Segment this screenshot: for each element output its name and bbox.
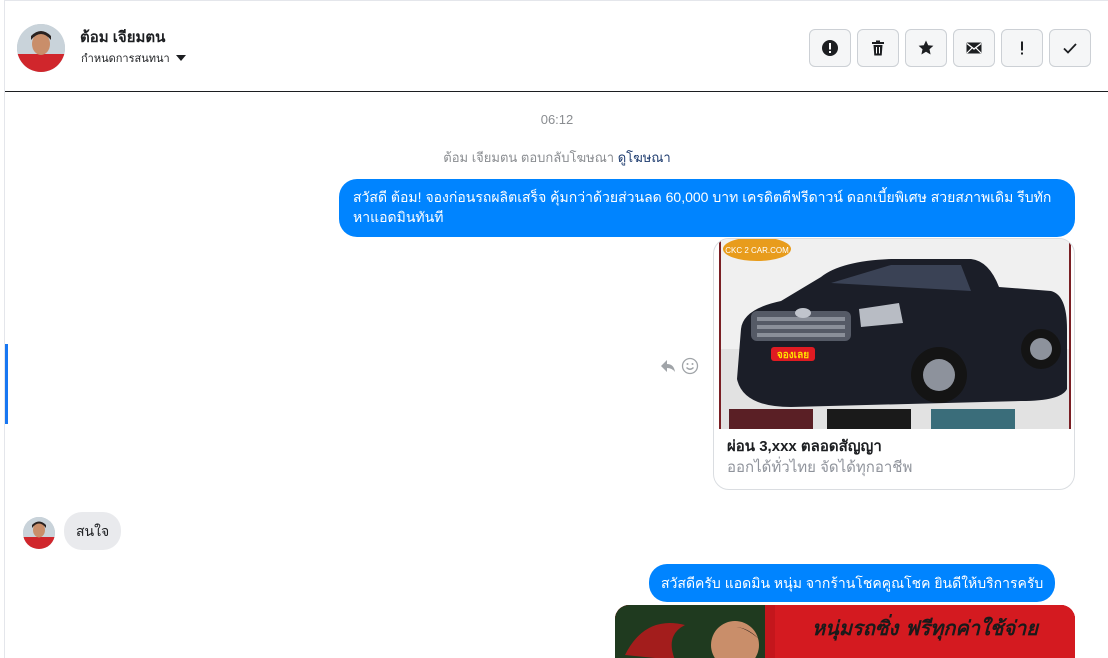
assign-label: กำหนดการสนทนา: [81, 53, 170, 65]
mark-unread-button[interactable]: [953, 29, 995, 67]
outgoing-image[interactable]: หนุ่มรถซิ่ง ฟรีทุกค่าใช้จ่าย: [615, 605, 1075, 658]
banner-text: หนุ่มรถซิ่ง ฟรีทุกค่าใช้จ่าย: [812, 614, 1040, 641]
reply-icon[interactable]: [659, 357, 677, 375]
action-toolbar: [809, 29, 1091, 67]
checkmark-icon: [1063, 43, 1077, 54]
incoming-message[interactable]: สนใจ: [64, 512, 122, 550]
star-button[interactable]: [905, 29, 947, 67]
ad-reply-text: ต้อม เจียมตน ตอบกลับโฆษณา: [443, 150, 615, 165]
trash-icon: [872, 40, 884, 56]
contact-avatar[interactable]: [17, 24, 65, 72]
star-icon: [918, 40, 934, 55]
message-hover-tools: [659, 357, 699, 375]
chat-panel: ต้อม เจียมตน กำหนดการสนทนา 06:12 ต้อม เจ…: [4, 0, 1108, 658]
ad-badge-text: จองเลย: [777, 350, 809, 361]
exclamation-circle-icon: [822, 40, 838, 56]
contact-avatar-small[interactable]: [23, 517, 55, 549]
ad-card-image: CKC 2 CAR.COM จองเลย: [719, 239, 1071, 429]
outgoing-message[interactable]: สวัสดี ต้อม! จองก่อนรถผลิตเสร็จ คุ้มกว่า…: [339, 179, 1075, 237]
caret-down-icon: [175, 55, 186, 61]
mark-done-button[interactable]: [1049, 29, 1091, 67]
conversation-header: ต้อม เจียมตน กำหนดการสนทนา: [5, 1, 1108, 92]
emoji-reaction-icon[interactable]: [681, 357, 699, 375]
ad-reply-note: ต้อม เจียมตน ตอบกลับโฆษณา ดูโฆษณา: [5, 147, 1108, 168]
envelope-icon: [966, 42, 982, 54]
exclamation-icon: [1021, 41, 1023, 55]
outgoing-message[interactable]: สวัสดีครับ แอดมิน หนุ่ม จากร้านโชคคูณโชค…: [649, 564, 1056, 602]
assign-conversation-dropdown[interactable]: กำหนดการสนทนา: [81, 49, 186, 67]
view-ad-link[interactable]: ดูโฆษณา: [618, 150, 671, 165]
contact-name: ต้อม เจียมตน: [80, 29, 166, 46]
follow-up-button[interactable]: [1001, 29, 1043, 67]
ad-logo-text: CKC 2 CAR.COM: [725, 246, 789, 255]
message-timestamp: 06:12: [540, 112, 574, 127]
ad-card-subtitle: ออกได้ทั่วไทย จัดได้ทุกอาชีพ: [727, 459, 913, 476]
mark-spam-button[interactable]: [809, 29, 851, 67]
delete-button[interactable]: [857, 29, 899, 67]
ad-card[interactable]: CKC 2 CAR.COM จองเลย ผ่อน 3,xxx ตลอดสัญญ…: [713, 238, 1075, 490]
message-thread: 06:12 ต้อม เจียมตน ตอบกลับโฆษณา ดูโฆษณา …: [5, 93, 1108, 658]
